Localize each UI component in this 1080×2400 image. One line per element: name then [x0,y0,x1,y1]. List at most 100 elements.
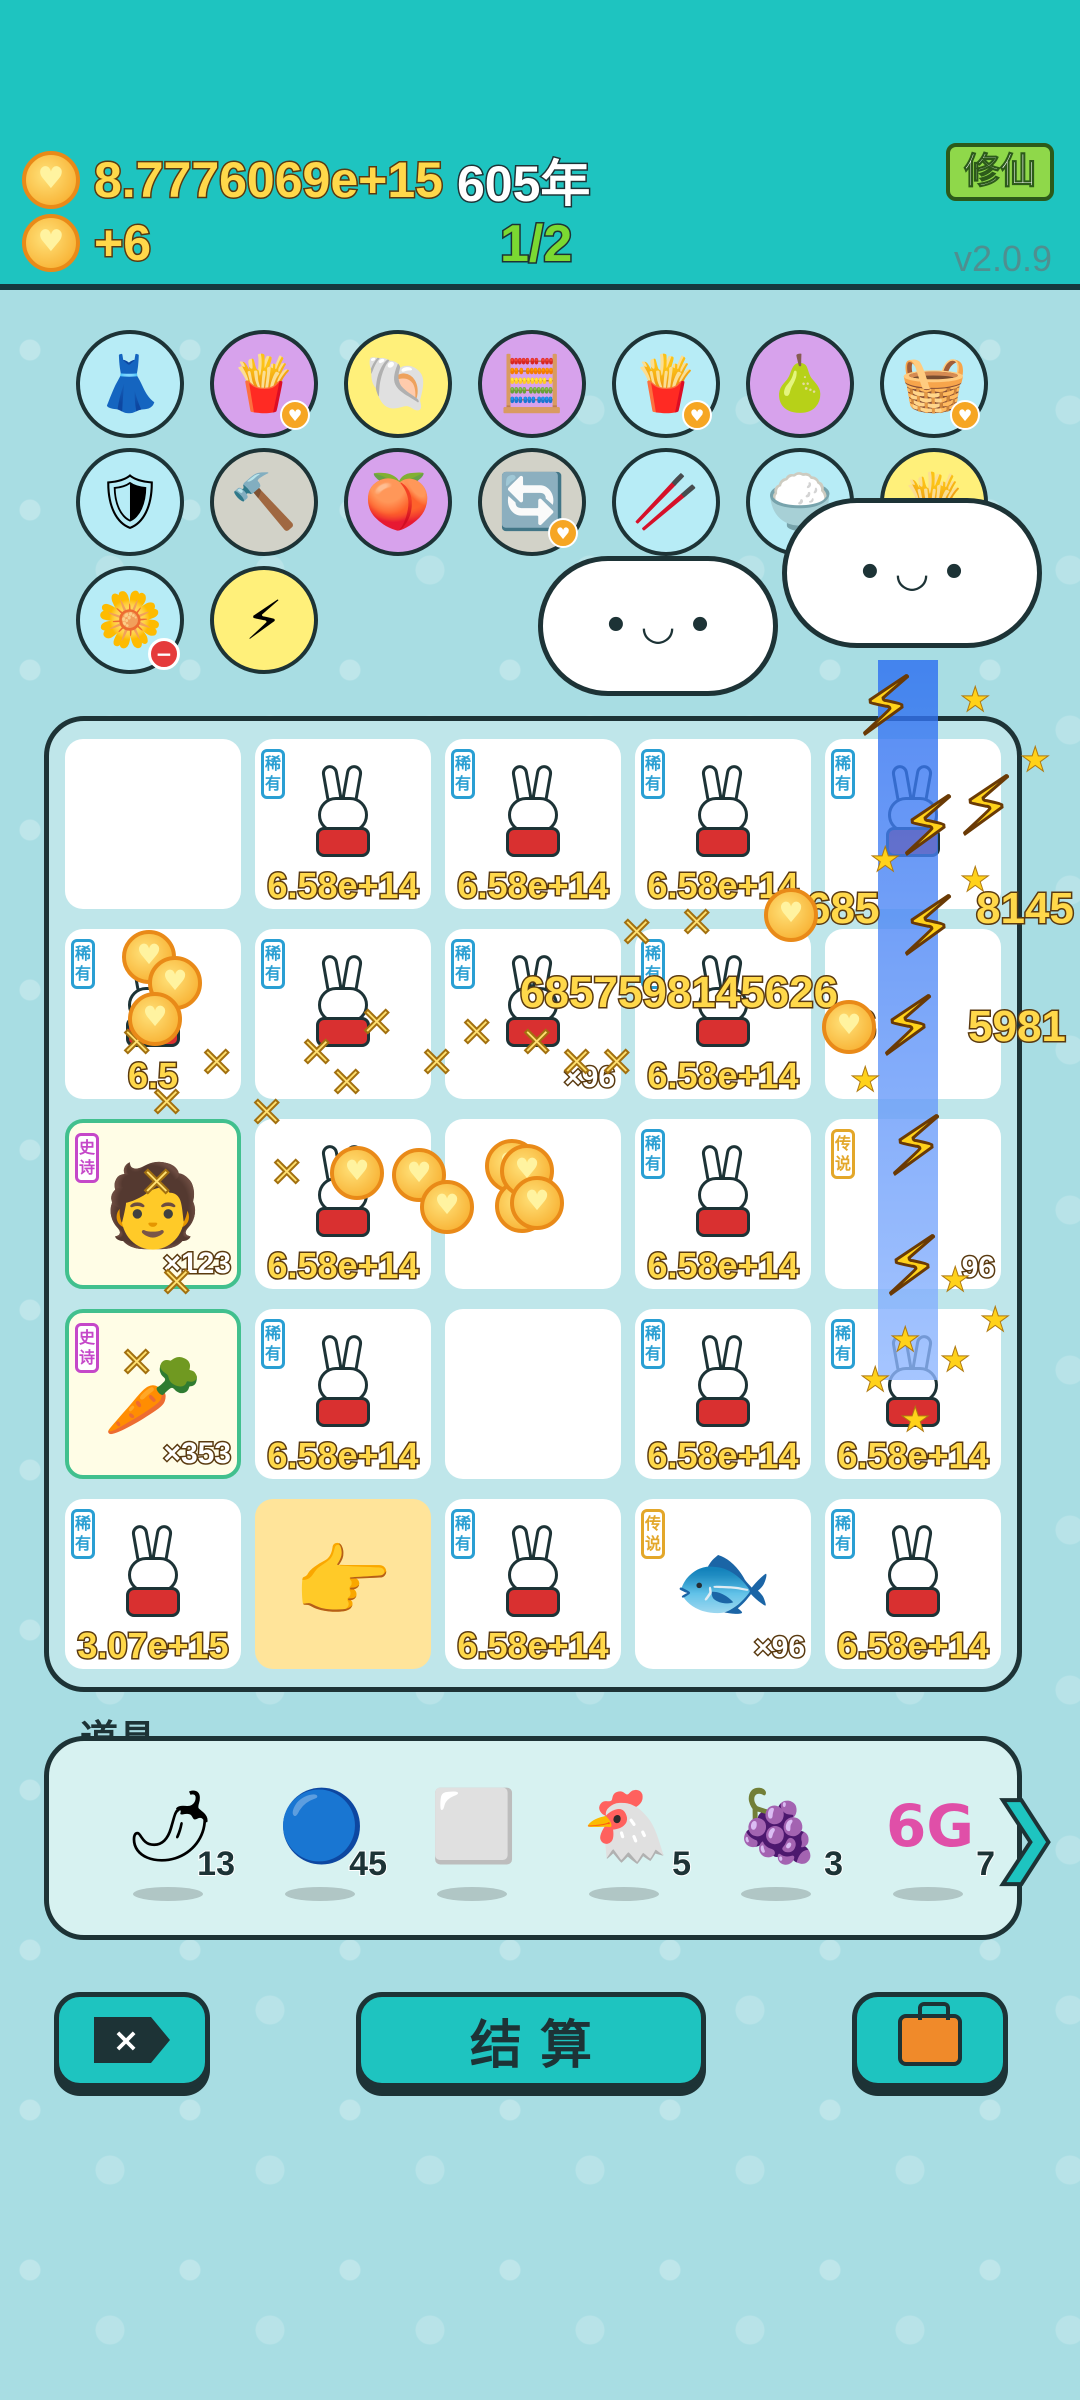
bunny-icon [688,1143,758,1245]
item-count: 5 [671,1844,692,1884]
refresh-icon[interactable]: 🔄 ♥ [478,448,586,556]
bunny-icon [498,763,568,865]
lightning-bolt-icon: ⚡ [898,779,957,875]
board-cell-3-0[interactable]: 史诗 🥕 ×353 [65,1309,241,1479]
board-cell-0-0[interactable] [65,739,241,909]
frame-icon: ⬜ [430,1784,518,1867]
cultivate-button[interactable]: 修仙 [946,143,1054,201]
board-cell-4-4[interactable]: 稀有 6.58e+14 [825,1499,1001,1669]
star-icon: ★ [849,1060,881,1101]
lightning-bolt-icon: ⚡ [886,1099,945,1195]
heart-coin-icon[interactable] [330,1146,384,1200]
star-icon: ★ [899,1400,931,1441]
star-icon: ★ [959,680,991,721]
chopsticks-icon[interactable]: 🥢 [612,448,720,556]
fish-icon: 🐟 [673,1535,773,1628]
item-shadow [133,1887,203,1901]
sparkle-x-icon: ✕ [329,1059,364,1107]
bunny-icon [688,1333,758,1435]
board-cell-3-2[interactable] [445,1309,621,1479]
page-indicator[interactable]: 1/2 [498,214,573,275]
star-icon: ★ [859,1360,891,1401]
item-shadow [437,1887,507,1901]
shell-icon[interactable]: 🐚 [344,330,452,438]
lightning-bolt-icon: ⚡ [956,759,1015,855]
cell-value: 6.58e+14 [456,864,610,908]
6g-icon: 6G [886,1792,974,1860]
board-cell-2-1[interactable]: 6.58e+14 [255,1119,431,1289]
favorite-heart-icon: ♥ [950,400,980,430]
cell-value: 6.58e+14 [646,1434,800,1478]
board-cell-4-0[interactable]: 稀有 3.07e+15 [65,1499,241,1669]
frame-item[interactable]: ⬜ [419,1781,539,1901]
rarity-tag: 稀有 [831,1319,855,1369]
board-cell-0-2[interactable]: 稀有 6.58e+14 [445,739,621,909]
cell-value: 6.58e+14 [266,1244,420,1288]
sparkle-x-icon: ✕ [299,1029,334,1077]
bunny-icon [498,1523,568,1625]
pomelo-icon[interactable]: 🍐 [746,330,854,438]
cell-value: 6.58e+14 [646,1244,800,1288]
blueberry-item[interactable]: 🔵 45 [267,1781,388,1901]
delete-button[interactable]: × [54,1992,210,2088]
math-guy-icon[interactable]: 🧮 [478,330,586,438]
cell-value: 6.58e+14 [836,1624,990,1668]
rarity-tag: 稀有 [641,1319,665,1369]
rarity-tag: 史诗 [75,1323,99,1373]
rarity-tag: 稀有 [641,749,665,799]
sparkle-x-icon: ✕ [419,1039,454,1087]
cell-count: ×353 [162,1436,233,1472]
fries-icon[interactable]: 🍟♥ [612,330,720,438]
board-cell-4-2[interactable]: 稀有 6.58e+14 [445,1499,621,1669]
heart-coin-icon[interactable] [420,1180,474,1234]
next-arrow-icon[interactable]: ❯ [988,1784,1062,1886]
sparkle-x-icon: ✕ [559,1039,594,1087]
board-cell-3-1[interactable]: 稀有 6.58e+14 [255,1309,431,1479]
6g-item[interactable]: 6G 7 [875,1781,996,1901]
board-cell-0-1[interactable]: 稀有 6.58e+14 [255,739,431,909]
lychee-item[interactable]: 🍇 3 [723,1781,844,1901]
bunny-icon [308,1333,378,1435]
rarity-tag: 稀有 [261,939,285,989]
heart-coin-icon[interactable] [764,888,818,942]
rarity-tag: 传说 [831,1129,855,1179]
heart-coin-icon[interactable] [128,992,182,1046]
basket-icon[interactable]: 🧺 ♥ [880,330,988,438]
board-cell-2-3[interactable]: 稀有 6.58e+14 [635,1119,811,1289]
lightning-icon[interactable]: ⚡ [210,566,318,674]
lightning-bolt-icon: ⚡ [882,1219,941,1315]
rarity-tag: 稀有 [71,939,95,989]
board-cell-0-3[interactable]: 稀有 6.58e+14 [635,739,811,909]
bag-button[interactable] [852,1992,1008,2088]
chicken-item[interactable]: 🐔 5 [571,1781,692,1901]
version-label: v2.0.9 [954,238,1053,279]
heart-coin-icon[interactable] [510,1176,564,1230]
chili-item[interactable]: 🌶 13 [115,1781,236,1901]
rarity-tag: 稀有 [451,939,475,989]
board-cell-4-1[interactable]: 👉 [255,1499,431,1669]
coin-icon [22,151,80,209]
peach-eyepatch-icon[interactable]: 🍑 [344,448,452,556]
item-count: 45 [348,1844,388,1884]
settle-button[interactable]: 结 算 [356,1992,706,2088]
board-cell-4-3[interactable]: 传说 🐟 ×96 [635,1499,811,1669]
board-cell-3-3[interactable]: 稀有 6.58e+14 [635,1309,811,1479]
shield-icon[interactable]: 🛡 [76,448,184,556]
heart-coin-icon[interactable] [822,1000,876,1054]
hammer-icon[interactable]: 🔨 [210,448,318,556]
favorite-heart-icon: ♥ [280,400,310,430]
cell-value: 6.58e+14 [456,1624,610,1668]
item-count: 13 [196,1844,236,1884]
cell-value: 6.58e+14 [266,864,420,908]
bunny-icon [308,763,378,865]
floating-damage-number: 5981 [967,1001,1068,1053]
remove-icon[interactable]: − [148,638,180,670]
fries-icon[interactable]: 🍟♥ [210,330,318,438]
flower-pot-icon[interactable]: 🌼 − [76,566,184,674]
cell-count: ×96 [753,1630,807,1666]
lightning-bolt-icon: ⚡ [898,879,957,975]
sparkle-x-icon: ✕ [119,1339,154,1387]
rarity-tag: 稀有 [261,1319,285,1369]
lightning-bolt-icon: ⚡ [856,659,915,755]
skirt-icon[interactable]: 👗 [76,330,184,438]
